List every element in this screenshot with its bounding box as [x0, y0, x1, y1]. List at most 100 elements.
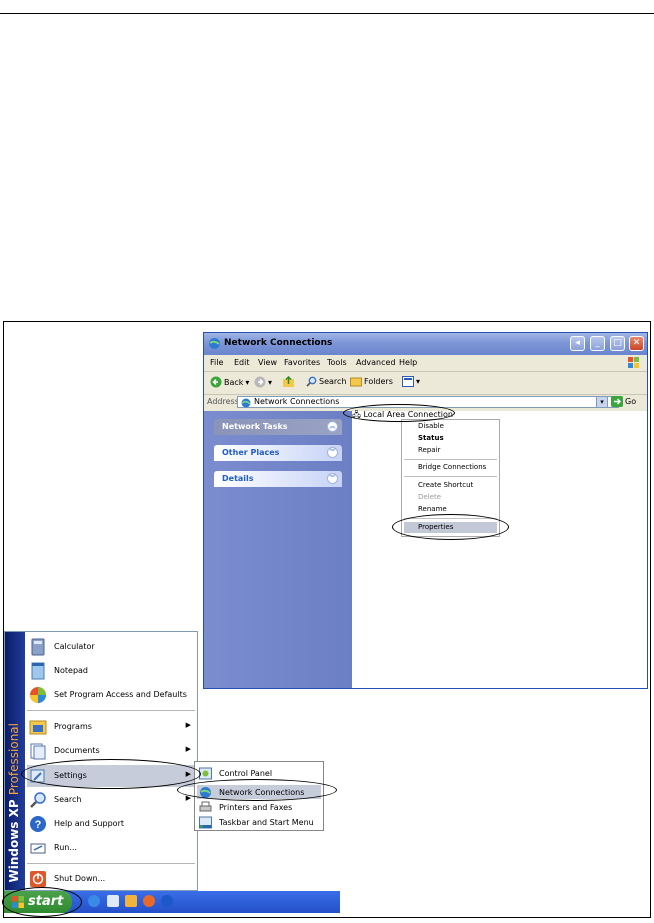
expand-icon[interactable]: ︾: [327, 447, 338, 458]
panel-other-places[interactable]: Other Places ︾: [214, 445, 342, 461]
menu-favorites[interactable]: Favorites: [284, 358, 320, 367]
printer-icon: [199, 801, 212, 812]
start-item-label: Shut Down...: [54, 874, 106, 883]
submenu-item-label: Control Panel: [219, 769, 273, 778]
start-item-search[interactable]: Search ▶: [27, 789, 195, 811]
address-label: Address: [207, 397, 239, 406]
address-dropdown-button[interactable]: ▾: [596, 396, 608, 408]
submenu-item-label: Taskbar and Start Menu: [219, 818, 314, 827]
menu-edit[interactable]: Edit: [234, 358, 250, 367]
back-button[interactable]: Back ▾: [210, 376, 249, 388]
address-network-icon: [241, 398, 251, 408]
highlight-ellipse-network-connections: [177, 779, 337, 801]
run-icon: [30, 843, 46, 854]
forward-dropdown-icon[interactable]: ▾: [268, 378, 272, 387]
search-icon: [306, 376, 317, 387]
window-title: Network Connections: [224, 338, 333, 348]
menu-help[interactable]: Help: [399, 358, 417, 367]
expand-icon[interactable]: ︾: [327, 473, 338, 484]
submenu-item-taskbar-and-start-menu[interactable]: Taskbar and Start Menu: [199, 815, 321, 830]
start-item-run[interactable]: Run...: [27, 837, 195, 859]
folders-icon: [350, 377, 362, 387]
start-item-notepad[interactable]: Notepad: [27, 660, 195, 682]
folders-label: Folders: [364, 377, 393, 386]
start-item-set-program-access[interactable]: Set Program Access and Defaults: [27, 684, 195, 706]
start-item-calculator[interactable]: Calculator: [27, 636, 195, 658]
panel-details[interactable]: Details ︾: [214, 471, 342, 487]
menu-bar: File Edit View Favorites Tools Advanced …: [204, 355, 647, 372]
start-item-help-and-support[interactable]: ? Help and Support: [27, 813, 195, 835]
highlight-ellipse-properties: [392, 514, 509, 540]
forward-arrow-icon: [254, 376, 266, 388]
menu-file[interactable]: File: [210, 358, 223, 367]
quicklaunch-ie-icon[interactable]: [88, 895, 100, 907]
taskbar-icon: [199, 816, 212, 829]
close-button[interactable]: ✕: [629, 336, 644, 351]
ctx-status[interactable]: Status: [418, 434, 444, 442]
start-item-label: Run...: [54, 843, 77, 852]
windows-logo-icon: [628, 357, 639, 368]
start-item-label: Programs: [54, 722, 92, 731]
ctx-separator: [404, 476, 497, 477]
views-button[interactable]: ▾: [402, 376, 420, 387]
start-item-programs[interactable]: Programs ▶: [27, 716, 195, 738]
ctx-rename[interactable]: Rename: [418, 505, 447, 513]
calculator-icon: [31, 638, 45, 656]
quicklaunch-outlook-icon[interactable]: [125, 895, 137, 907]
search-label: Search: [319, 377, 347, 386]
notepad-icon: [31, 662, 45, 680]
address-value: Network Connections: [254, 397, 340, 406]
forward-button[interactable]: ▾: [254, 376, 272, 388]
views-dropdown-icon[interactable]: ▾: [416, 377, 420, 386]
svg-text:?: ?: [35, 819, 42, 831]
menu-view[interactable]: View: [258, 358, 277, 367]
back-arrow-icon: [210, 376, 222, 388]
maximize-button[interactable]: □: [610, 336, 625, 351]
ctx-delete[interactable]: Delete: [418, 493, 441, 501]
highlight-ellipse-settings: [21, 759, 201, 789]
menu-tools[interactable]: Tools: [327, 358, 347, 367]
start-menu-separator: [27, 863, 195, 864]
start-item-label: Notepad: [54, 666, 88, 675]
quicklaunch-firefox-icon[interactable]: [143, 895, 155, 907]
quicklaunch-desktop-icon[interactable]: [107, 895, 119, 907]
folders-button[interactable]: Folders: [350, 376, 393, 387]
documents-icon: [30, 743, 46, 760]
start-menu-separator: [27, 710, 195, 711]
ctx-bridge-connections[interactable]: Bridge Connections: [418, 463, 486, 471]
submenu-item-printers-and-faxes[interactable]: Printers and Faxes: [199, 800, 321, 815]
help-button[interactable]: ◂: [570, 336, 585, 351]
ctx-repair[interactable]: Repair: [418, 446, 440, 454]
start-menu-sidebar: Windows XP Professional: [5, 632, 25, 890]
up-folder-button[interactable]: [282, 376, 295, 388]
start-item-label: Calculator: [54, 642, 95, 651]
ctx-disable[interactable]: Disable: [418, 422, 444, 430]
go-button[interactable]: Go: [611, 396, 636, 407]
programs-icon: [29, 720, 47, 735]
back-dropdown-icon[interactable]: ▾: [245, 378, 249, 387]
go-arrow-icon: [611, 396, 623, 407]
panel-other-places-label: Other Places: [222, 448, 280, 457]
submenu-arrow-icon: ▶: [185, 745, 191, 753]
collapse-icon[interactable]: ︽: [327, 421, 338, 432]
search-icon: [30, 792, 46, 808]
start-item-label: Search: [54, 795, 82, 804]
title-bar[interactable]: Network Connections ◂ _ □ ✕: [204, 333, 647, 355]
menu-advanced[interactable]: Advanced: [356, 358, 396, 367]
views-icon: [402, 376, 414, 387]
minimize-button[interactable]: _: [590, 336, 605, 351]
up-folder-icon: [283, 376, 294, 387]
highlight-ellipse-start: [2, 887, 82, 917]
search-button[interactable]: Search: [306, 376, 346, 387]
windows-xp-professional-banner: Windows XP Professional: [7, 722, 21, 883]
top-rule: [0, 13, 654, 14]
panel-network-tasks[interactable]: Network Tasks ︽: [214, 419, 342, 435]
network-icon: [209, 338, 220, 349]
highlight-ellipse-connection: [343, 404, 455, 422]
help-icon: ?: [30, 816, 46, 832]
ctx-create-shortcut[interactable]: Create Shortcut: [418, 481, 473, 489]
panel-network-tasks-label: Network Tasks: [222, 422, 288, 431]
quicklaunch-media-player-icon[interactable]: [161, 895, 173, 907]
start-item-label: Help and Support: [54, 819, 124, 828]
toolbar: Back ▾ ▾ Search Folders ▾: [204, 372, 647, 395]
